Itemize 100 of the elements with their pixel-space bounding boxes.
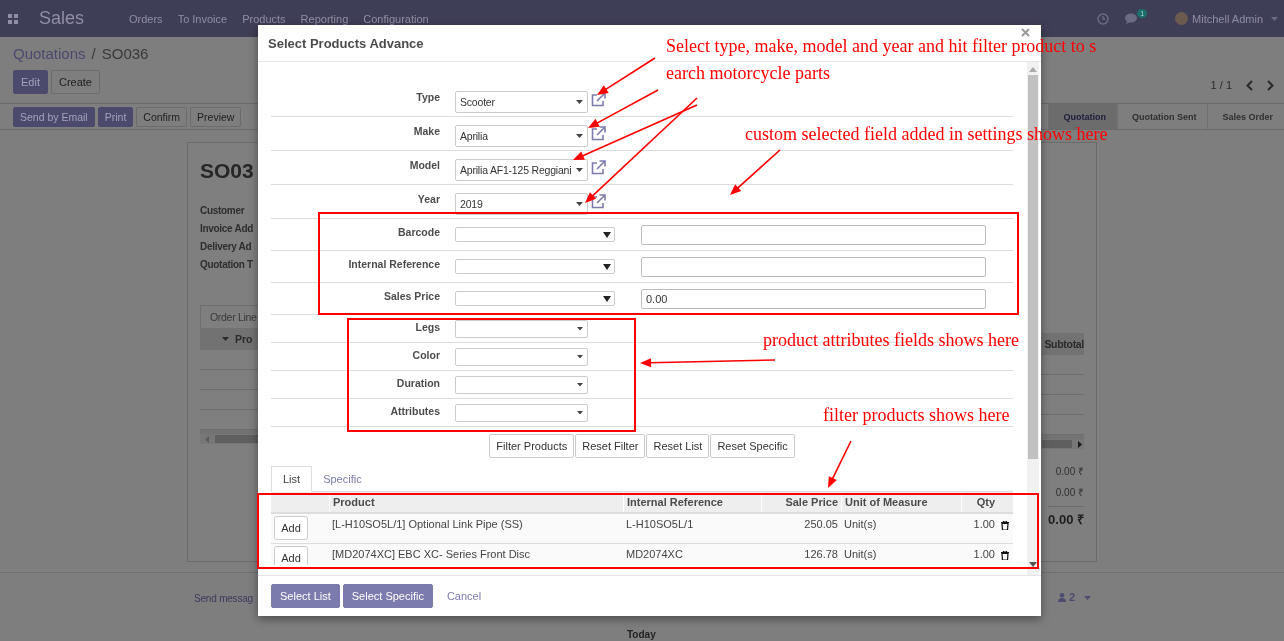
- app-title: Sales: [39, 8, 86, 29]
- close-icon[interactable]: [1021, 28, 1030, 37]
- caret-icon: [577, 410, 583, 415]
- menu-item[interactable]: Orders: [129, 12, 163, 25]
- horizontal-scrollbar[interactable]: [1039, 435, 1084, 449]
- caret-icon: [576, 99, 583, 104]
- filter-button[interactable]: Reset List: [646, 434, 710, 458]
- dropdown-field[interactable]: [455, 375, 588, 394]
- apps-grid-icon[interactable]: [8, 13, 18, 24]
- external-link-icon[interactable]: [590, 126, 606, 141]
- annotation-arrow: [730, 149, 781, 195]
- column-header: Sale Price: [761, 492, 841, 512]
- field-label: Legs: [414, 321, 441, 333]
- table-cell-text: MD2074XC: [625, 547, 684, 562]
- field-label: Internal Reference: [347, 258, 441, 270]
- dropdown-field[interactable]: Aprilia AF1-125 Reggiani: [455, 158, 588, 181]
- dropdown-field[interactable]: 2019: [455, 192, 588, 215]
- annotation-text: filter products shows here: [823, 405, 1010, 425]
- filter-button[interactable]: Reset Filter: [575, 434, 646, 458]
- annotation-arrow: [828, 440, 852, 488]
- total-amount: 0.00 ₹: [1048, 506, 1084, 528]
- filter-button[interactable]: Filter Products: [489, 434, 575, 458]
- date-separator: Today: [627, 629, 656, 640]
- add-button[interactable]: Add: [274, 516, 308, 540]
- menu-item[interactable]: To Invoice: [177, 12, 228, 25]
- menu-item[interactable]: Configuration: [363, 12, 429, 25]
- column-header: Product: [329, 492, 623, 512]
- column-header: Qty: [961, 492, 998, 512]
- tab[interactable]: Specific: [312, 466, 373, 491]
- chevron-left-icon[interactable]: [1246, 79, 1253, 91]
- menu-item[interactable]: Reporting: [300, 12, 349, 25]
- chat-bubbles-icon: [1125, 12, 1140, 25]
- avatar-circle: [1175, 12, 1189, 25]
- toolbar-button[interactable]: Print: [97, 106, 134, 127]
- field-label: Make: [412, 125, 441, 137]
- dropdown-field[interactable]: Scooter: [455, 90, 588, 113]
- field-label: Barcode: [397, 226, 441, 238]
- field-label: Sales Price: [382, 290, 441, 302]
- field-label: Attributes: [389, 405, 441, 417]
- table-cell-text: Unit(s): [843, 517, 878, 532]
- total-amount: 0.00 ₹: [1055, 465, 1084, 478]
- tab[interactable]: List: [271, 466, 313, 492]
- external-link-icon[interactable]: [590, 92, 606, 107]
- arrow-up-icon[interactable]: [1029, 67, 1037, 72]
- field-label: Duration: [395, 377, 441, 389]
- status-stage[interactable]: Sales Order: [1207, 104, 1284, 129]
- table-cell-text: 1.00: [972, 517, 996, 532]
- menu-item[interactable]: Products: [242, 12, 286, 25]
- input-field[interactable]: [641, 256, 986, 277]
- external-link-icon[interactable]: [590, 160, 606, 175]
- column-header: Unit of Measure: [841, 492, 961, 512]
- caret-icon: [577, 326, 583, 331]
- input-field[interactable]: 0.00: [641, 288, 986, 309]
- column-header: Internal Reference: [623, 492, 761, 512]
- trash-icon[interactable]: [1001, 551, 1009, 560]
- caret-icon: [1271, 16, 1278, 21]
- send-message-link[interactable]: Send messag: [194, 593, 253, 604]
- caret-icon: [603, 231, 611, 238]
- table-cell-text: [MD2074XC] EBC XC- Series Front Disc: [331, 547, 532, 562]
- caret-icon: [576, 167, 583, 172]
- annotation-arrow: [597, 57, 656, 95]
- toolbar-button[interactable]: Confirm: [136, 106, 188, 127]
- footer-button[interactable]: Cancel: [437, 584, 491, 608]
- action-button[interactable]: Edit: [13, 70, 48, 94]
- footer-button[interactable]: Select Specific: [342, 584, 433, 608]
- pager-counter: 1 / 1: [1210, 79, 1232, 91]
- total-amount: 0.00 ₹: [1055, 486, 1084, 499]
- caret-icon: [603, 295, 611, 302]
- column-header: Pro: [235, 333, 253, 345]
- arrow-right-icon[interactable]: [1078, 440, 1082, 448]
- dropdown-field[interactable]: [455, 347, 588, 366]
- chevron-right-icon[interactable]: [1267, 79, 1274, 91]
- dropdown-field[interactable]: Aprilia: [455, 124, 588, 147]
- annotation-text: earch motorcycle parts: [666, 63, 830, 83]
- toolbar-button[interactable]: Send by Email: [13, 106, 95, 127]
- add-button[interactable]: Add: [274, 546, 308, 565]
- user-menu[interactable]: Mitchell Admin: [1192, 12, 1263, 25]
- field-label: Year: [416, 193, 441, 205]
- caret-icon: [222, 337, 229, 341]
- caret-icon: [576, 201, 583, 206]
- column-header: Subtotal: [1042, 333, 1084, 355]
- caret-icon: [577, 382, 583, 387]
- field-label: Customer: [200, 205, 246, 216]
- caret-icon: [603, 263, 611, 270]
- table-cell-text: Unit(s): [843, 547, 878, 562]
- arrow-down-icon[interactable]: [1029, 562, 1037, 567]
- field-label: Quotation T: [200, 259, 254, 270]
- dialog-title: Select Products Advance: [268, 35, 424, 51]
- trash-icon[interactable]: [1001, 521, 1009, 530]
- toolbar-button[interactable]: Preview: [190, 106, 242, 127]
- input-field[interactable]: [641, 224, 986, 245]
- table-cell-text: 126.78: [803, 547, 839, 562]
- external-link-icon[interactable]: [590, 194, 606, 209]
- status-stage[interactable]: Quotation Sent: [1116, 104, 1208, 129]
- annotation-text: product attributes fields shows here: [763, 330, 1019, 350]
- action-button[interactable]: Create: [50, 70, 100, 94]
- clock-icon[interactable]: [1097, 12, 1110, 25]
- footer-button[interactable]: Select List: [271, 584, 340, 608]
- dropdown-field[interactable]: [455, 403, 588, 422]
- filter-button[interactable]: Reset Specific: [710, 434, 795, 458]
